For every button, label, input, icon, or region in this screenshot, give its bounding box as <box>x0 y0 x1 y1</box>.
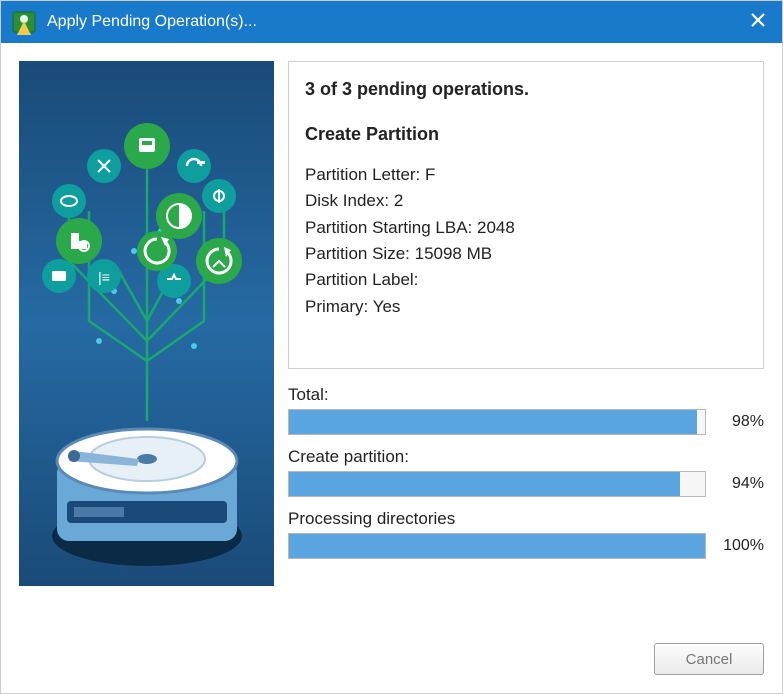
content-row: |≡ <box>19 61 764 627</box>
window-title: Apply Pending Operation(s)... <box>47 13 744 31</box>
progress-create-fill <box>289 472 680 496</box>
right-column: 3 of 3 pending operations. Create Partit… <box>288 61 764 627</box>
detail-partition-label: Partition Label: <box>305 267 747 293</box>
progress-total: Total: 98% <box>288 385 764 435</box>
progress-processing: Processing directories 100% <box>288 509 764 559</box>
detail-primary: Primary: Yes <box>305 294 747 320</box>
progress-create: Create partition: 94% <box>288 447 764 497</box>
illustration-panel: |≡ <box>19 61 274 586</box>
detail-partition-letter: Partition Letter: F <box>305 162 747 188</box>
progress-create-label: Create partition: <box>288 447 764 467</box>
detail-partition-size: Partition Size: 15098 MB <box>305 241 747 267</box>
cancel-button[interactable]: Cancel <box>654 643 764 675</box>
progress-total-label: Total: <box>288 385 764 405</box>
svg-text:|≡: |≡ <box>98 269 110 285</box>
app-icon <box>11 9 37 35</box>
progress-create-pct: 94% <box>716 475 764 493</box>
progress-total-bar <box>288 409 706 435</box>
titlebar: Apply Pending Operation(s)... <box>1 1 782 43</box>
dialog-window: Apply Pending Operation(s)... <box>0 0 783 694</box>
footer: Cancel <box>19 627 764 675</box>
operation-name: Create Partition <box>305 121 747 148</box>
progress-total-fill <box>289 410 697 434</box>
progress-processing-pct: 100% <box>716 537 764 555</box>
close-icon[interactable] <box>744 11 772 34</box>
progress-processing-label: Processing directories <box>288 509 764 529</box>
progress-total-pct: 98% <box>716 413 764 431</box>
detail-starting-lba: Partition Starting LBA: 2048 <box>305 215 747 241</box>
progress-create-bar <box>288 471 706 497</box>
info-box: 3 of 3 pending operations. Create Partit… <box>288 61 764 369</box>
dialog-body: |≡ <box>1 43 782 693</box>
progress-section: Total: 98% Create partition: <box>288 385 764 571</box>
operation-status: 3 of 3 pending operations. <box>305 76 747 103</box>
progress-processing-fill <box>289 534 705 558</box>
progress-processing-bar <box>288 533 706 559</box>
detail-disk-index: Disk Index: 2 <box>305 188 747 214</box>
